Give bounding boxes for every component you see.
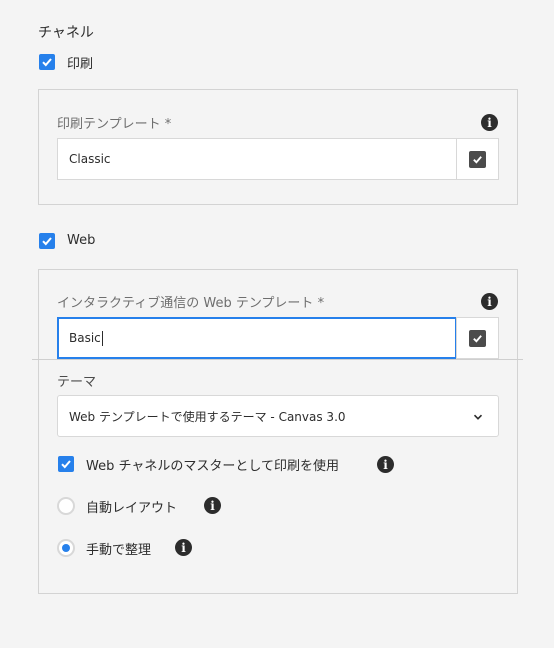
chevron-down-icon <box>473 414 483 420</box>
print-template-value: Classic <box>69 152 111 166</box>
print-template-label: 印刷テンプレート * <box>57 117 172 132</box>
web-template-browse-button[interactable] <box>456 317 499 359</box>
checkmark-icon <box>61 460 71 469</box>
divider <box>32 359 523 360</box>
web-template-input[interactable]: Basic <box>57 317 457 359</box>
checkmark-icon <box>42 58 52 67</box>
web-template-label: インタラクティブ通信の Web テンプレート * <box>57 296 325 311</box>
use-print-master-label: Web チャネルのマスターとして印刷を使用 <box>86 459 339 474</box>
info-icon[interactable]: i <box>175 539 192 556</box>
web-checkbox[interactable] <box>39 233 55 249</box>
auto-layout-label: 自動レイアウト <box>86 501 178 516</box>
channel-section-title: チャネル <box>38 25 94 41</box>
info-icon[interactable]: i <box>377 456 394 473</box>
text-caret <box>101 330 103 346</box>
radio-selected-dot <box>62 544 70 552</box>
info-icon[interactable]: i <box>481 293 498 310</box>
web-template-value: Basic <box>69 331 101 345</box>
auto-layout-radio[interactable] <box>57 497 75 515</box>
theme-dropdown[interactable]: Web テンプレートで使用するテーマ - Canvas 3.0 <box>57 395 499 437</box>
manual-arrange-label: 手動で整理 <box>86 543 152 558</box>
print-checkbox[interactable] <box>39 54 55 70</box>
use-print-master-checkbox[interactable] <box>58 456 74 472</box>
web-checkbox-label: Web <box>67 233 96 248</box>
checkbox-edit-icon <box>469 150 486 168</box>
print-template-browse-button[interactable] <box>456 138 499 180</box>
checkbox-edit-icon <box>469 329 486 347</box>
theme-selected-value: Web テンプレートで使用するテーマ - Canvas 3.0 <box>69 409 346 424</box>
theme-label: テーマ <box>57 375 97 390</box>
checkmark-icon <box>42 237 52 246</box>
info-icon[interactable]: i <box>481 114 498 131</box>
print-template-input[interactable]: Classic <box>57 138 457 180</box>
manual-arrange-radio[interactable] <box>57 539 75 557</box>
print-checkbox-label: 印刷 <box>67 57 94 72</box>
info-icon[interactable]: i <box>204 497 221 514</box>
